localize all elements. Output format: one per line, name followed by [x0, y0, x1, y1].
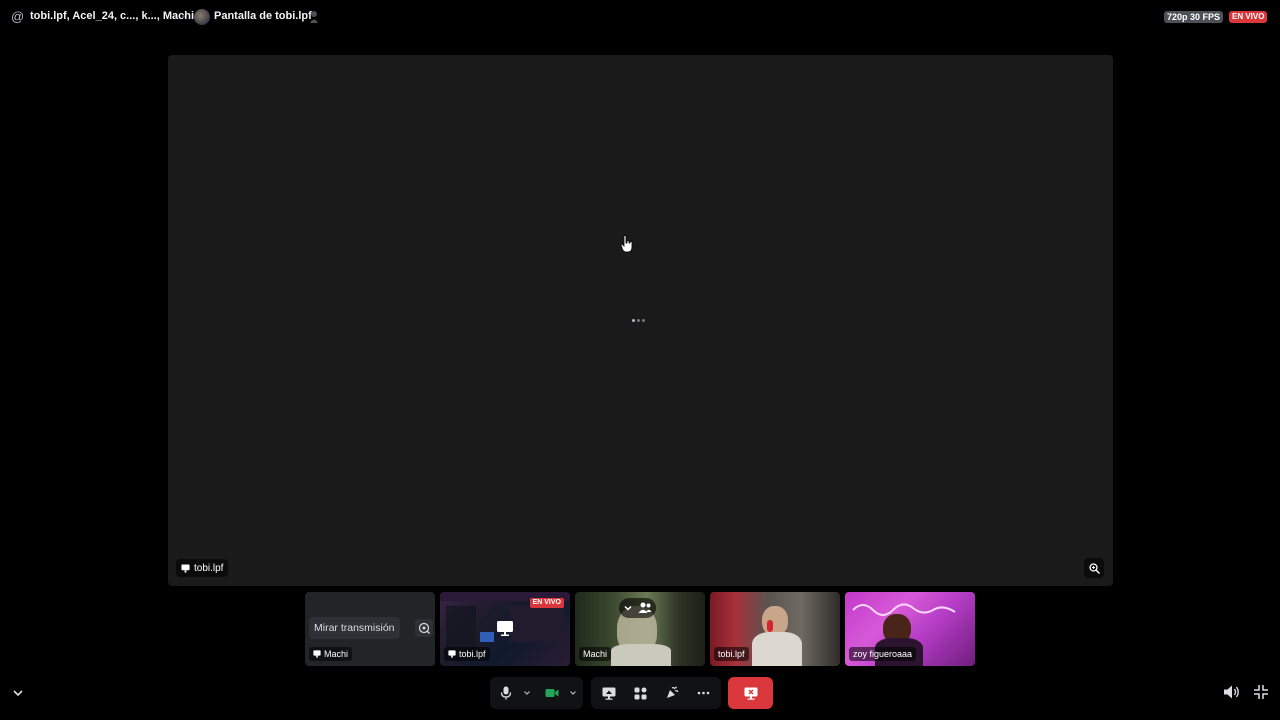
more-icon	[697, 691, 710, 695]
screen-share-icon	[602, 687, 616, 700]
more-options-button[interactable]	[689, 679, 717, 707]
live-badge: EN VIVO	[1229, 11, 1268, 23]
participant-name: tobi.lpf	[718, 649, 745, 659]
webcam-shirt	[752, 632, 802, 666]
stream-quality-badge: 720p 30 FPS	[1164, 11, 1224, 23]
mic-options-button[interactable]	[520, 679, 534, 707]
call-actions	[591, 677, 721, 709]
screen-share-icon	[448, 650, 456, 658]
participant-name: Machi	[583, 649, 608, 659]
chevron-down-icon[interactable]	[11, 686, 25, 700]
screen-preview-window	[510, 606, 564, 642]
chevron-down-icon	[524, 691, 530, 695]
screen-preview-panel	[446, 606, 476, 650]
participant-name-tag: zoy figueroaaa	[849, 647, 917, 661]
participant-name-tag: Machi	[309, 647, 353, 661]
people-icon[interactable]	[638, 602, 652, 614]
participant-tile[interactable]: EN VIVO tobi.lpf	[440, 592, 570, 666]
exit-fullscreen-icon[interactable]	[1253, 684, 1269, 700]
webcam-shirt	[611, 644, 671, 666]
activities-button[interactable]	[626, 679, 654, 707]
loading-indicator	[632, 319, 645, 322]
monitor-icon	[497, 621, 513, 636]
participant-tile[interactable]: tobi.lpf	[710, 592, 840, 666]
separator-dot	[182, 15, 185, 18]
streamer-name: tobi.lpf	[194, 562, 224, 574]
cursor-hand-icon	[620, 235, 633, 253]
participant-name-tag: tobi.lpf	[444, 647, 490, 661]
person-icon	[310, 11, 318, 23]
main-stream-view[interactable]: tobi.lpf	[168, 55, 1113, 586]
screen-share-button[interactable]	[595, 679, 623, 707]
streamer-avatar	[194, 9, 210, 25]
microphone-icon	[500, 686, 512, 700]
mute-button[interactable]	[492, 679, 520, 707]
activities-icon	[634, 687, 647, 699]
media-controls	[490, 677, 583, 709]
call-header: @ tobi.lpf, Acel_24, c..., k..., Machi P…	[0, 0, 1280, 34]
participant-name: tobi.lpf	[459, 649, 486, 659]
leave-stream-button[interactable]	[728, 677, 773, 709]
participant-tile[interactable]: Machi	[575, 592, 705, 666]
watch-stream-button[interactable]: Mirar transmisión	[309, 617, 400, 639]
participant-name: zoy figueroaaa	[853, 649, 913, 659]
at-icon: @	[11, 9, 25, 24]
participant-name-tag: Machi	[579, 647, 612, 661]
participant-name: Machi	[324, 649, 349, 659]
soundboard-icon	[666, 686, 679, 698]
live-badge: EN VIVO	[529, 598, 564, 608]
streamer-name-tag: tobi.lpf	[176, 559, 229, 577]
leave-stream-icon	[744, 687, 757, 700]
webcam-headphone	[767, 620, 773, 632]
volume-icon[interactable]	[1223, 684, 1241, 700]
stream-title: Pantalla de tobi.lpf	[214, 10, 312, 22]
screen-share-icon	[313, 650, 321, 658]
zoom-button[interactable]	[1084, 558, 1104, 578]
screen-preview-block	[480, 632, 494, 642]
chevron-down-icon	[570, 691, 576, 695]
zoom-in-icon	[1088, 562, 1100, 574]
eye-plus-icon	[418, 622, 430, 634]
neon-light-decoration	[852, 603, 956, 616]
chevron-down-icon[interactable]	[623, 603, 633, 613]
soundboard-button[interactable]	[658, 679, 686, 707]
call-title[interactable]: tobi.lpf, Acel_24, c..., k..., Machi	[30, 10, 194, 22]
camera-options-button[interactable]	[566, 679, 580, 707]
participant-tile[interactable]: Mirar transmisión Machi	[305, 592, 435, 666]
video-camera-icon	[545, 689, 559, 697]
camera-button[interactable]	[538, 679, 566, 707]
participant-tile[interactable]: zoy figueroaaa	[845, 592, 975, 666]
watch-stream-icon-button[interactable]	[415, 619, 433, 637]
tile-hover-controls	[619, 598, 656, 618]
screen-share-icon	[181, 563, 190, 573]
participant-name-tag: tobi.lpf	[714, 647, 749, 661]
